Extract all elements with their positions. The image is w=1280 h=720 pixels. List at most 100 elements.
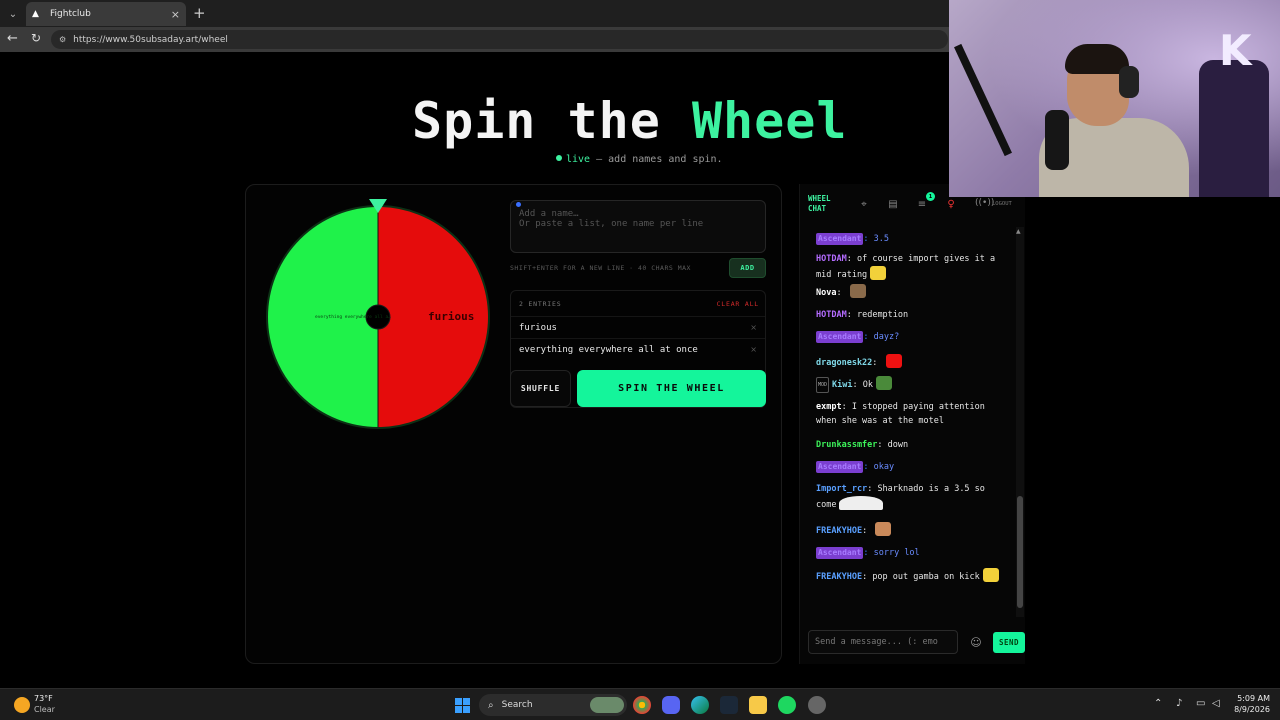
browser-tab[interactable]: ▲ Fightclub ×: [26, 2, 186, 26]
chat-text: 3.5: [873, 234, 889, 244]
shuffle-button[interactable]: SHUFFLE: [510, 370, 571, 407]
edge-icon[interactable]: [691, 696, 709, 714]
chat-text: redemption: [856, 310, 909, 320]
clock-time[interactable]: 5:09 AM: [1236, 694, 1270, 703]
logout-button[interactable]: LOGOUT: [992, 201, 1012, 207]
chat-username[interactable]: FREAKYHOE: [816, 572, 862, 582]
remove-entry-icon[interactable]: ×: [750, 345, 757, 354]
archive-icon[interactable]: ▤: [885, 196, 901, 212]
clock-date[interactable]: 8/9/2026: [1226, 705, 1270, 714]
tray-chevron-icon[interactable]: ⌃: [1154, 698, 1162, 709]
weather-condition[interactable]: Clear: [34, 705, 55, 714]
tab-close-icon[interactable]: ×: [171, 8, 180, 21]
chrome-icon[interactable]: [633, 696, 651, 714]
network-icon[interactable]: ▭: [1196, 698, 1205, 709]
spin-wheel-button[interactable]: SPIN THE WHEEL: [577, 370, 766, 407]
entries-header: 2 ENTRIES CLEAR ALL: [519, 300, 759, 308]
chat-username[interactable]: Ascendant: [816, 547, 864, 559]
chat-message: Nova:: [816, 284, 1006, 300]
chat-username[interactable]: FREAKYHOE: [816, 526, 862, 536]
weather-icon[interactable]: [14, 697, 30, 713]
steam-icon[interactable]: [720, 696, 738, 714]
discord-icon[interactable]: [662, 696, 680, 714]
search-highlight-icon[interactable]: [590, 697, 624, 713]
chat-username[interactable]: Nova: [816, 288, 836, 298]
chat-separator: :: [867, 484, 878, 494]
emote-icon: [849, 284, 866, 298]
chat-username[interactable]: Ascendant: [816, 331, 864, 343]
chat-username[interactable]: Kiwi: [832, 380, 852, 390]
list-item: furious ×: [511, 316, 765, 338]
chat-messages[interactable]: Ascendant: 3.5 HOTDAM: of course import g…: [800, 226, 1026, 616]
remove-entry-icon[interactable]: ×: [750, 323, 757, 332]
emote-icon: [885, 354, 902, 368]
emote-icon: [875, 522, 892, 536]
new-tab-icon[interactable]: +: [193, 4, 206, 22]
entry-text: furious: [519, 322, 557, 333]
input-status-dot: [516, 202, 521, 207]
site-info-icon[interactable]: ⚙: [59, 35, 66, 44]
webcam-overlay: K: [949, 0, 1280, 197]
clear-all-button[interactable]: CLEAR ALL: [717, 300, 759, 308]
chat-separator: :: [846, 254, 857, 264]
chat-username[interactable]: dragonesk22: [816, 358, 872, 368]
chat-text: dayz?: [873, 332, 900, 342]
lightbulb-icon[interactable]: ♀: [943, 196, 959, 212]
reload-icon[interactable]: ↻: [31, 31, 41, 45]
title-text: Spin the: [412, 92, 692, 150]
chat-username[interactable]: HOTDAM: [816, 310, 847, 320]
name-input[interactable]: [510, 200, 766, 253]
chat-scrollbar-thumb[interactable]: [1017, 496, 1023, 608]
weather-temp[interactable]: 73°F: [34, 694, 53, 703]
entries-count: 2 ENTRIES: [519, 300, 562, 308]
crosshair-icon[interactable]: ⌖: [856, 196, 872, 212]
entry-text: everything everywhere all at once: [519, 344, 698, 355]
webcam-logo-icon: K: [1219, 26, 1252, 75]
address-bar[interactable]: ⚙ https://www.50subsaday.art/wheel: [51, 30, 948, 49]
input-hint: SHIFT+ENTER FOR A NEW LINE · 40 CHARS MA…: [510, 264, 691, 272]
emoji-icon[interactable]: ☺: [968, 634, 984, 650]
app-icon[interactable]: [808, 696, 826, 714]
back-arrow-icon[interactable]: ←: [7, 31, 18, 46]
chat-text: down: [887, 440, 909, 450]
wheel[interactable]: everything everywhere all a… furious: [265, 197, 491, 433]
webcam-microphone: [1045, 110, 1069, 170]
add-button[interactable]: ADD: [729, 258, 766, 278]
chat-separator: :: [863, 332, 874, 342]
chat-title: WHEEL CHAT: [808, 194, 831, 213]
live-dot-icon: [556, 155, 562, 161]
notification-badge: 1: [926, 192, 935, 201]
chat-username[interactable]: Drunkassmfer: [816, 440, 877, 450]
chat-message: HOTDAM: of course import gives it a mid …: [816, 252, 1006, 282]
spotify-icon[interactable]: [778, 696, 796, 714]
subtitle-text: — add names and spin.: [590, 154, 723, 165]
scroll-up-icon[interactable]: ▲: [1016, 228, 1021, 235]
search-label: Search: [501, 700, 533, 710]
send-button[interactable]: SEND: [993, 632, 1025, 653]
chat-message: FREAKYHOE: pop out gamba on kick: [816, 568, 1006, 584]
chat-separator: :: [877, 440, 888, 450]
chat-separator: :: [863, 548, 874, 558]
webcam-headset: [1119, 66, 1139, 98]
webcam-chair: [1199, 60, 1269, 197]
chat-separator: :: [846, 310, 857, 320]
chat-message: Drunkassmfer: down: [816, 438, 1006, 452]
start-icon[interactable]: [455, 698, 470, 713]
emote-icon: [839, 496, 884, 510]
chat-message-input[interactable]: [808, 630, 958, 654]
chat-username[interactable]: Ascendant: [816, 461, 864, 473]
emote-icon: [870, 266, 887, 280]
file-explorer-icon[interactable]: [749, 696, 767, 714]
live-label: live: [566, 154, 591, 165]
chat-username[interactable]: Ascendant: [816, 233, 864, 245]
microphone-icon[interactable]: ♪: [1176, 698, 1182, 709]
chat-separator: :: [852, 380, 863, 390]
chat-username[interactable]: HOTDAM: [816, 254, 847, 264]
chat-username[interactable]: exmpt: [816, 402, 842, 412]
chat-message: MOD Kiwi: Ok: [816, 376, 1006, 393]
chat-message: FREAKYHOE:: [816, 522, 1006, 538]
chat-username[interactable]: Import_rcr: [816, 484, 867, 494]
chat-message: dragonesk22:: [816, 354, 1006, 370]
tab-search-dropdown-icon[interactable]: ⌄: [4, 5, 22, 23]
volume-icon[interactable]: ◁: [1212, 698, 1220, 709]
